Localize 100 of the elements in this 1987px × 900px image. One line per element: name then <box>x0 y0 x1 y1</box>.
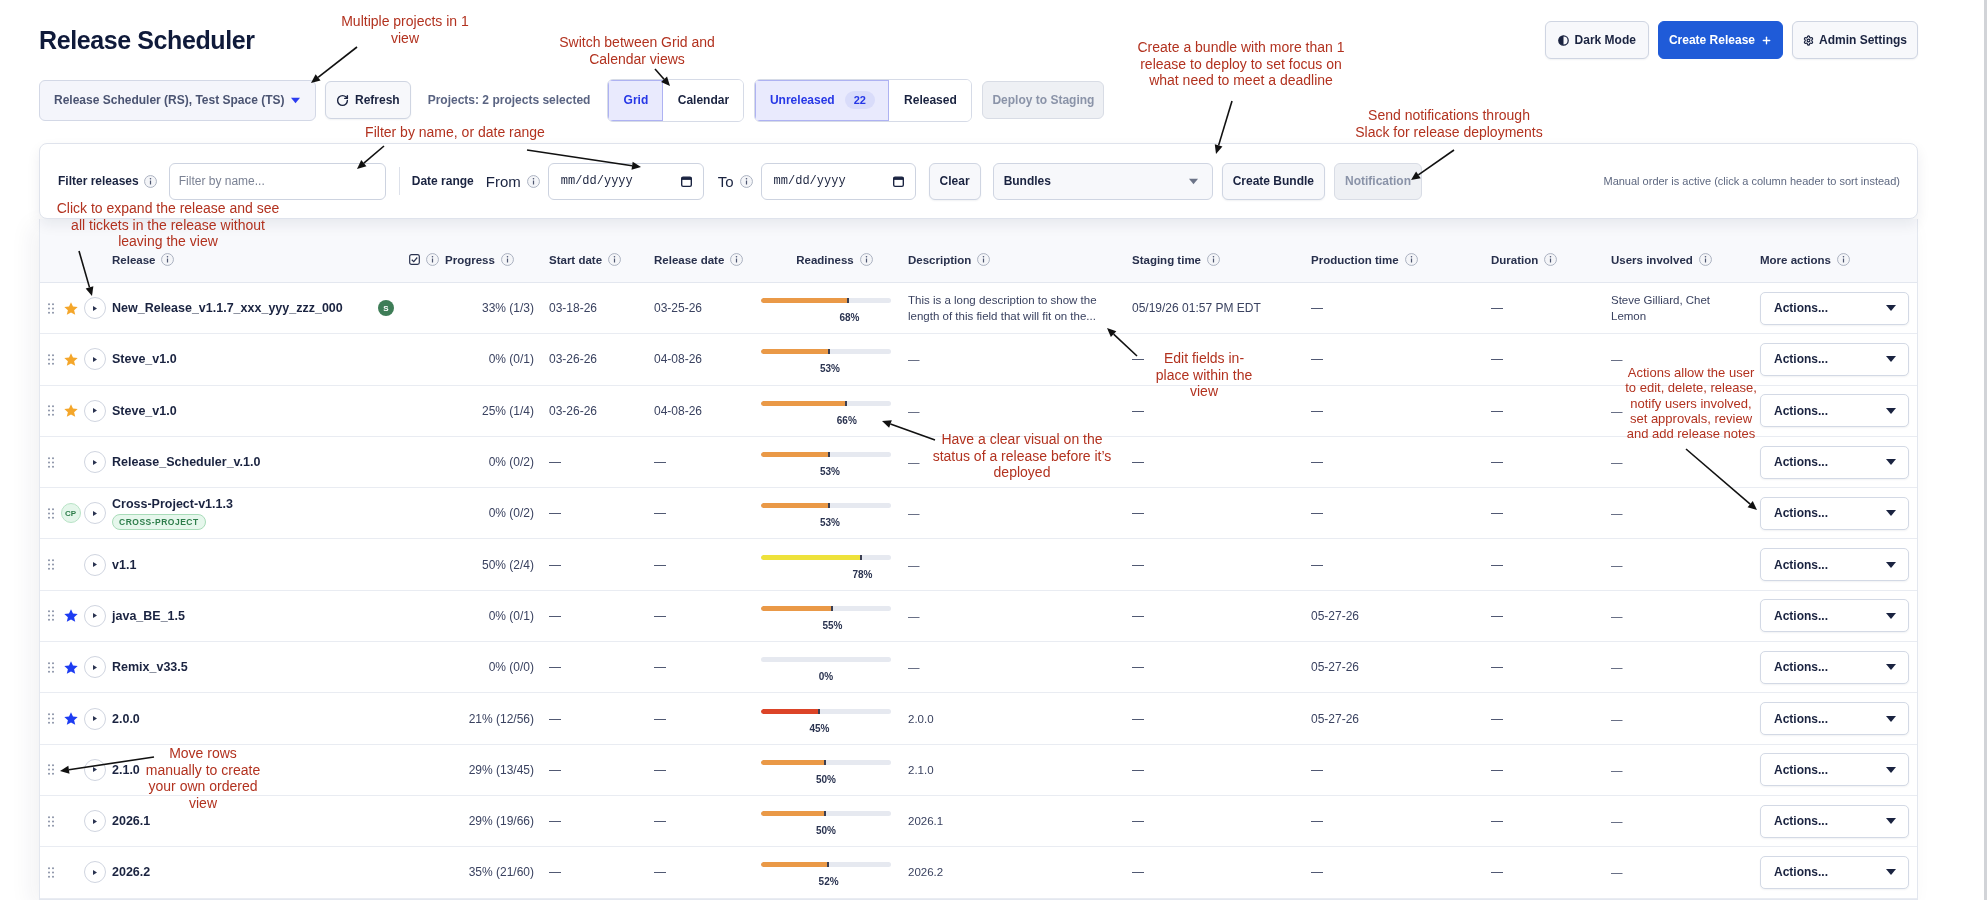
actions-dropdown[interactable]: Actions... <box>1760 496 1909 530</box>
expand-button[interactable] <box>84 758 106 781</box>
admin-settings-button[interactable]: Admin Settings <box>1792 21 1918 59</box>
release-name[interactable]: New_Release_v1.1.7_xxx_yyy_zzz_000 <box>112 301 343 316</box>
info-icon[interactable] <box>161 253 175 266</box>
dark-mode-button[interactable]: Dark Mode <box>1544 21 1649 59</box>
drag-handle-icon[interactable] <box>47 353 54 365</box>
release-name[interactable]: Steve_v1.0 <box>112 403 177 418</box>
caret-icon <box>1886 612 1896 619</box>
column-header[interactable]: More actions <box>1760 253 1831 266</box>
star-icon[interactable] <box>63 404 78 418</box>
info-icon[interactable] <box>1207 253 1220 266</box>
column-header[interactable]: Release date <box>654 253 725 266</box>
checkbox[interactable] <box>409 254 420 265</box>
info-icon[interactable] <box>739 174 753 188</box>
create-release-button[interactable]: Create Release <box>1657 21 1783 59</box>
actions-dropdown[interactable]: Actions... <box>1760 804 1909 838</box>
drag-handle-icon[interactable] <box>47 456 54 468</box>
actions-dropdown[interactable]: Actions... <box>1760 702 1909 735</box>
duration-value: — <box>1491 352 1503 367</box>
info-icon[interactable] <box>859 253 873 266</box>
users-involved: — <box>1611 506 1623 522</box>
status-tab[interactable]: Unreleased 22 <box>755 79 890 121</box>
users-involved: — <box>1611 762 1623 778</box>
drag-handle-icon[interactable] <box>47 405 54 417</box>
release-name[interactable]: v1.1 <box>112 557 137 572</box>
column-header[interactable]: Readiness <box>796 253 854 266</box>
column-header[interactable]: Staging time <box>1132 253 1201 266</box>
star-icon[interactable] <box>63 712 78 725</box>
actions-dropdown[interactable]: Actions... <box>1760 291 1909 325</box>
bundles-select[interactable]: Bundles <box>992 162 1213 200</box>
release-name[interactable]: Steve_v1.0 <box>112 352 177 367</box>
release-name[interactable]: Cross-Project-v1.1.3 <box>112 496 233 511</box>
drag-handle-icon[interactable] <box>47 302 54 314</box>
actions-dropdown[interactable]: Actions... <box>1760 445 1909 479</box>
users-involved: — <box>1611 711 1623 727</box>
release-name[interactable]: 2026.1 <box>112 814 151 829</box>
column-header[interactable]: Duration <box>1491 253 1539 266</box>
release-name[interactable]: Release_Scheduler_v.1.0 <box>112 455 261 470</box>
actions-dropdown[interactable]: Actions... <box>1760 753 1909 787</box>
staging-time: — <box>1132 403 1144 418</box>
actions-dropdown[interactable]: Actions... <box>1760 650 1909 684</box>
production-time: — <box>1311 403 1323 418</box>
release-name[interactable]: 2026.2 <box>112 865 151 880</box>
column-header[interactable]: Production time <box>1311 253 1399 266</box>
star-icon[interactable] <box>63 609 78 623</box>
actions-dropdown[interactable]: Actions... <box>1760 394 1909 428</box>
info-icon[interactable] <box>143 174 157 188</box>
drag-handle-icon[interactable] <box>47 866 54 878</box>
star-icon[interactable] <box>63 660 78 674</box>
info-icon[interactable] <box>1404 253 1418 266</box>
drag-handle-icon[interactable] <box>47 559 54 571</box>
actions-dropdown[interactable]: Actions... <box>1760 599 1909 633</box>
release-name[interactable]: Remix_v33.5 <box>112 660 188 675</box>
readiness-percent: 0% <box>818 671 834 683</box>
release-date: — <box>654 660 666 675</box>
release-date: 04-08-26 <box>654 352 703 367</box>
to-date-field[interactable]: mm/dd/yyyy <box>760 162 916 200</box>
actions-dropdown[interactable]: Actions... <box>1760 855 1909 889</box>
column-header[interactable]: Start date <box>549 253 603 266</box>
release-name[interactable]: 2.1.0 <box>112 762 140 777</box>
column-header[interactable]: Description <box>908 253 972 266</box>
column-header[interactable]: Users involved <box>1611 253 1693 266</box>
release-name[interactable]: java_BE_1.5 <box>112 608 185 623</box>
calendar-icon[interactable] <box>680 175 692 187</box>
production-time: — <box>1311 352 1323 367</box>
release-name[interactable]: 2.0.0 <box>112 711 140 726</box>
from-date-field[interactable]: mm/dd/yyyy <box>547 162 704 200</box>
users-involved: — <box>1611 403 1623 419</box>
drag-handle-icon[interactable] <box>47 661 54 673</box>
drag-handle-icon[interactable] <box>47 610 54 622</box>
column-header[interactable]: Progress <box>445 253 495 266</box>
actions-dropdown[interactable]: Actions... <box>1760 342 1909 376</box>
release-date: — <box>654 455 666 470</box>
project-select[interactable]: Release Scheduler (RS), Test Space (TS) <box>39 79 316 121</box>
info-icon[interactable] <box>526 174 540 188</box>
clear-button[interactable]: Clear <box>928 162 981 200</box>
drag-handle-icon[interactable] <box>47 713 54 724</box>
calendar-icon[interactable] <box>892 175 904 187</box>
staging-time: — <box>1132 506 1144 521</box>
drag-handle-icon[interactable] <box>47 815 54 827</box>
caret-icon <box>1886 818 1896 825</box>
drag-handle-icon[interactable] <box>47 764 54 776</box>
view-tab[interactable]: Grid <box>608 79 664 121</box>
info-icon[interactable] <box>1544 253 1558 266</box>
star-icon[interactable] <box>63 301 78 315</box>
info-icon[interactable] <box>426 253 439 266</box>
name-filter-field[interactable]: Filter by name... <box>168 162 386 200</box>
create-bundle-button[interactable]: Create Bundle <box>1221 162 1325 200</box>
star-icon[interactable] <box>63 352 78 366</box>
refresh-button[interactable]: Refresh <box>325 81 411 119</box>
drag-handle-icon[interactable] <box>47 507 54 519</box>
info-icon[interactable] <box>608 253 622 266</box>
info-icon[interactable] <box>500 253 514 266</box>
info-icon[interactable] <box>1836 253 1850 266</box>
column-header[interactable]: Release <box>112 253 156 266</box>
info-icon[interactable] <box>730 253 744 266</box>
info-icon[interactable] <box>1698 253 1712 266</box>
actions-dropdown[interactable]: Actions... <box>1760 548 1909 582</box>
info-icon[interactable] <box>977 253 991 266</box>
